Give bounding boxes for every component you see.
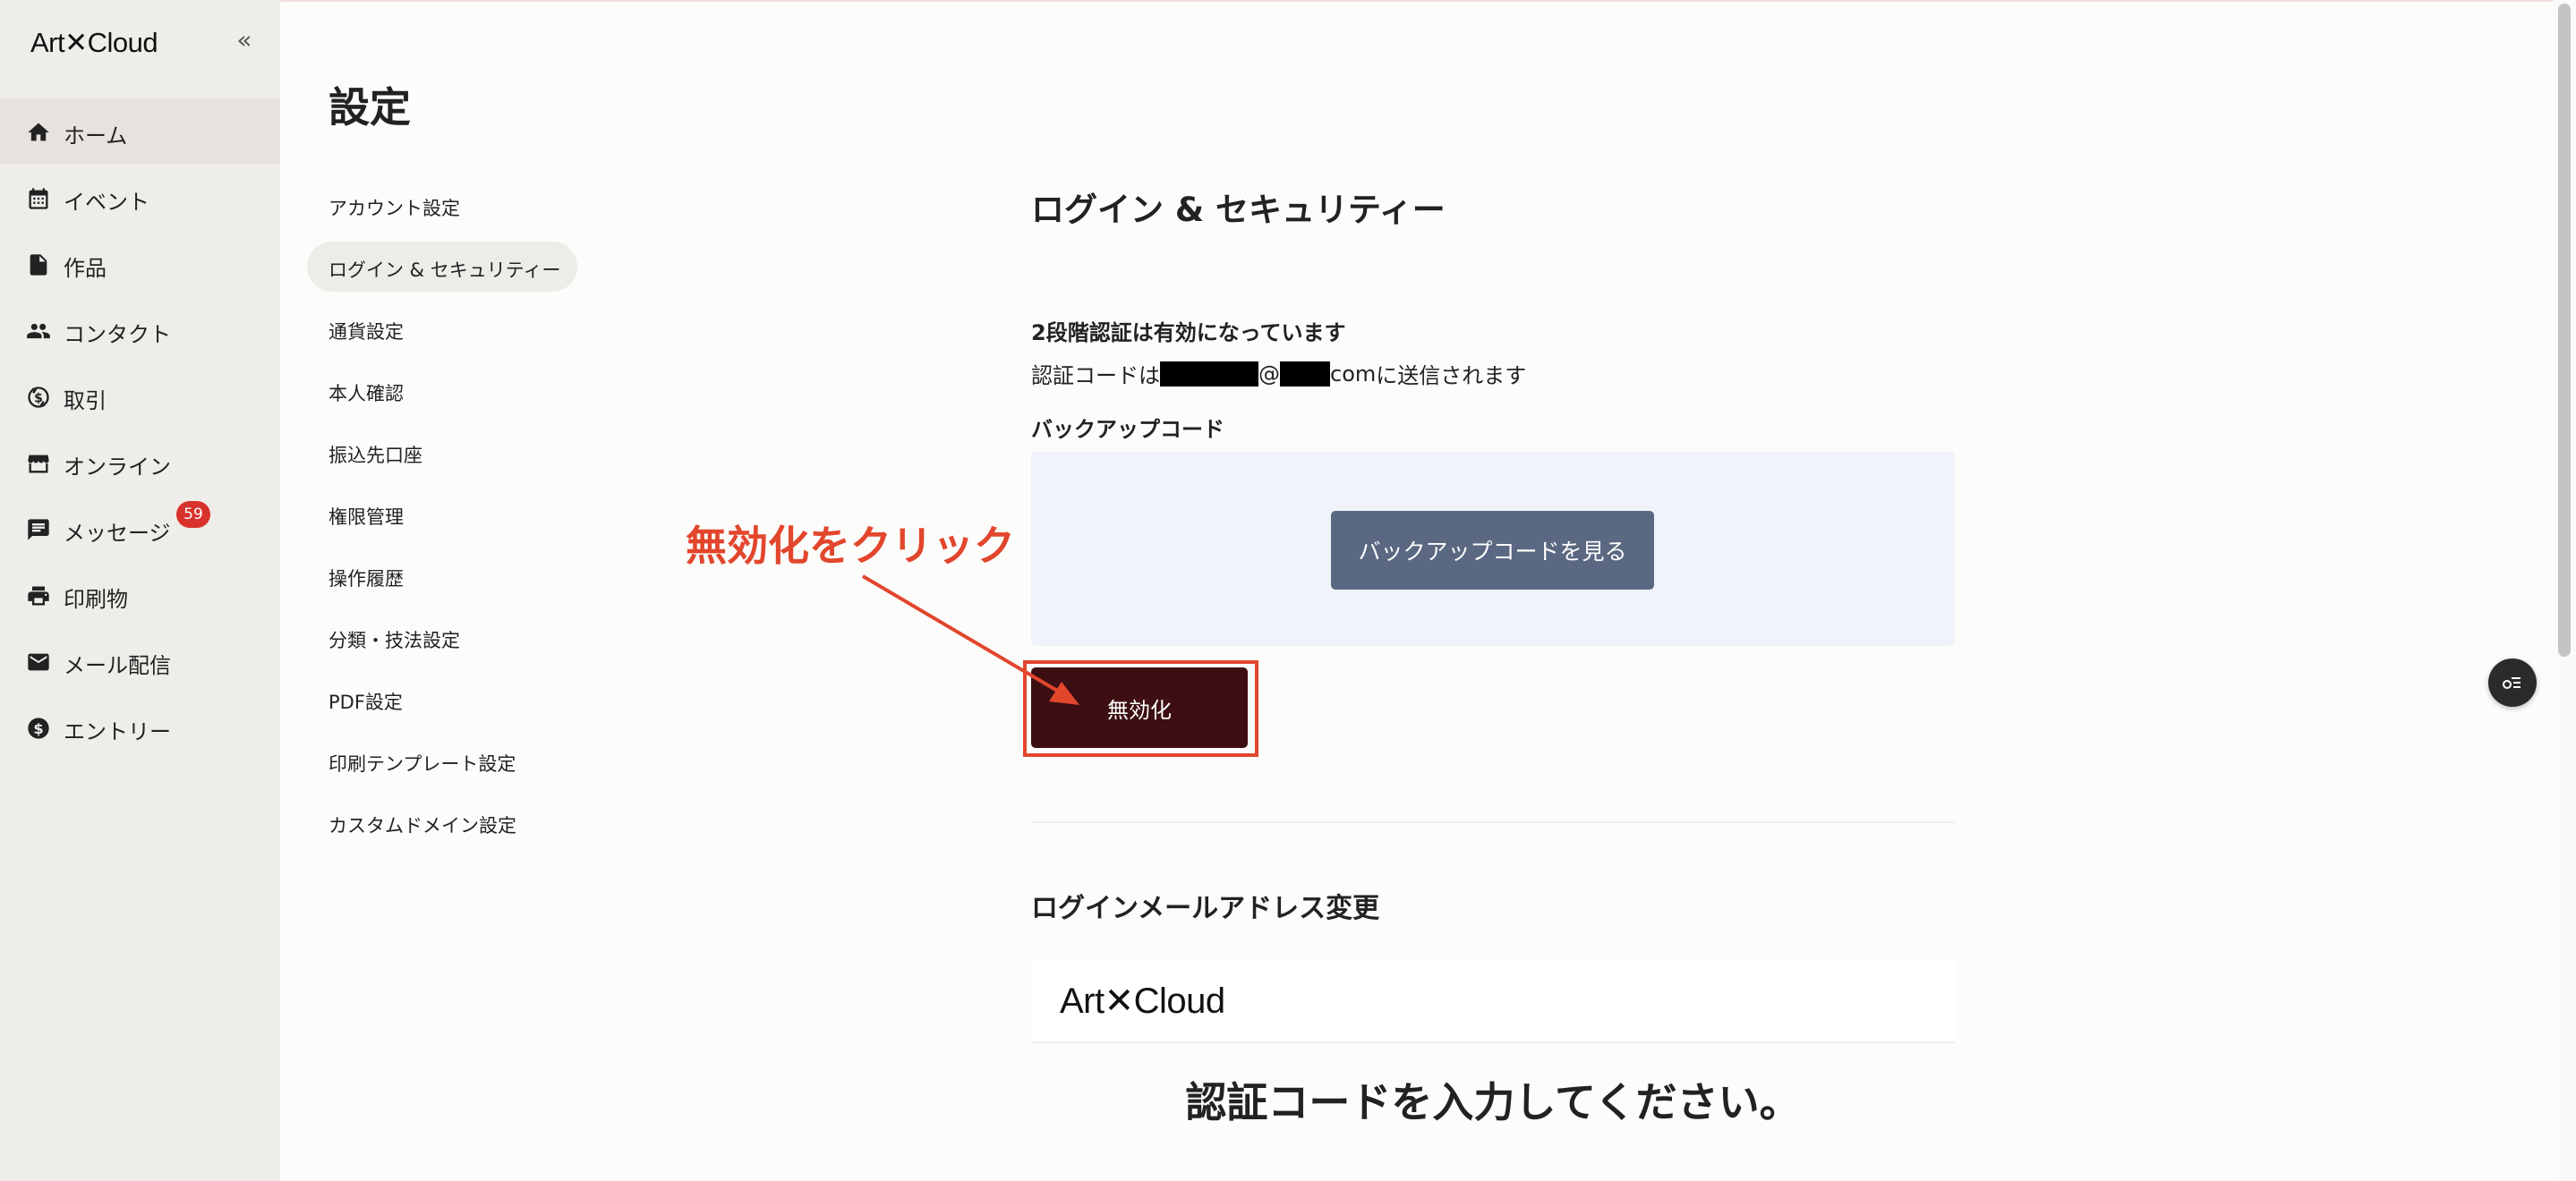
settings-menu-label: 印刷テンプレート設定 — [328, 753, 516, 775]
nav-label: ホーム — [64, 123, 128, 149]
list-settings-icon — [2503, 677, 2521, 689]
settings-menu-label: 権限管理 — [328, 506, 404, 528]
nav-item-home[interactable]: ホーム — [0, 98, 280, 165]
nav-item-prints[interactable]: 印刷物 — [0, 562, 280, 628]
main-sidebar: Art✕Cloud « ホーム イベント 作品 コンタクト $ 取引 オンライン… — [0, 0, 280, 1181]
message-count-badge: 59 — [176, 501, 210, 528]
settings-menu-history[interactable]: 操作履歴 — [307, 550, 577, 600]
nav-item-contacts[interactable]: コンタクト — [0, 297, 280, 363]
dollar-icon: $ — [26, 716, 51, 741]
email-preview-heading: 認証コードを入力してください。 — [1185, 1078, 1801, 1126]
settings-menu-permissions[interactable]: 権限管理 — [307, 489, 577, 539]
nav-label: エントリー — [64, 719, 171, 744]
nav-label: 取引 — [64, 388, 107, 413]
email-preview-logo: Art✕Cloud — [1060, 981, 1225, 1021]
nav-label: コンタクト — [64, 322, 171, 347]
backup-code-panel: バックアップコードを見る — [1031, 452, 1955, 646]
settings-menu-identity[interactable]: 本人確認 — [307, 365, 577, 415]
settings-menu-currency[interactable]: 通貨設定 — [307, 303, 577, 353]
annotation-arrow-icon — [861, 574, 1079, 705]
code-destination-text: 認証コードは @ com に送信されます — [1031, 358, 1526, 389]
settings-menu-account[interactable]: アカウント設定 — [307, 180, 577, 230]
settings-menu-bank-account[interactable]: 振込先口座 — [307, 427, 577, 477]
chat-icon — [26, 517, 51, 542]
nav-item-messages[interactable]: メッセージ — [0, 496, 280, 562]
redacted-email-user — [1160, 361, 1258, 387]
nav-label: 作品 — [64, 256, 107, 281]
email-change-title: ログインメールアドレス変更 — [1031, 893, 1380, 924]
code-prefix: 認証コードは — [1031, 363, 1160, 388]
email-preview-header: Art✕Cloud — [1031, 959, 1955, 1043]
settings-menu-label: カスタムドメイン設定 — [328, 815, 516, 837]
collapse-sidebar-icon[interactable]: « — [231, 27, 258, 54]
floating-menu-button[interactable] — [2488, 658, 2537, 707]
svg-text:$: $ — [33, 720, 43, 737]
nav-label: イベント — [64, 190, 149, 215]
nav-item-online[interactable]: オンライン — [0, 429, 280, 496]
printer-icon — [26, 583, 51, 608]
app-root: Art✕Cloud « ホーム イベント 作品 コンタクト $ 取引 オンライン… — [0, 0, 2576, 1181]
section-divider — [1031, 821, 1955, 823]
app-logo[interactable]: Art✕Cloud — [30, 27, 158, 59]
settings-menu-label: PDF設定 — [328, 692, 403, 713]
section-title: ログイン & セキュリティー — [1031, 191, 1446, 229]
settings-menu-login-security[interactable]: ログイン & セキュリティー — [307, 242, 577, 292]
settings-menu-print-template[interactable]: 印刷テンプレート設定 — [307, 735, 577, 786]
settings-menu-label: 操作履歴 — [328, 568, 404, 590]
nav-label: オンライン — [64, 455, 171, 480]
code-domain-tail: com — [1330, 361, 1377, 387]
code-at: @ — [1258, 361, 1280, 387]
home-icon — [26, 120, 51, 145]
annotation-text: 無効化をクリック — [686, 522, 1015, 570]
nav-item-transactions[interactable]: $ 取引 — [0, 363, 280, 429]
settings-menu-label: 本人確認 — [328, 383, 404, 404]
nav-label: 印刷物 — [64, 587, 128, 612]
settings-menu-pdf[interactable]: PDF設定 — [307, 674, 577, 724]
view-backup-codes-button[interactable]: バックアップコードを見る — [1331, 511, 1654, 590]
nav-item-mail[interactable]: メール配信 — [0, 628, 280, 694]
document-icon — [26, 252, 51, 277]
nav-item-events[interactable]: イベント — [0, 165, 280, 231]
settings-menu-label: 分類・技法設定 — [328, 630, 460, 651]
twofa-status-text: 2段階認証は有効になっています — [1031, 320, 1346, 345]
settings-menu-label: 通貨設定 — [328, 321, 404, 343]
settings-menu-label: アカウント設定 — [328, 198, 460, 219]
exchange-icon: $ — [26, 385, 51, 410]
redacted-email-domain — [1280, 361, 1330, 387]
backup-code-label: バックアップコード — [1031, 417, 1224, 442]
svg-text:$: $ — [34, 391, 43, 405]
page-title: 設定 — [328, 83, 411, 132]
scrollbar-thumb[interactable] — [2558, 4, 2571, 657]
settings-menu-label: ログイン & セキュリティー — [328, 259, 561, 281]
nav-item-artworks[interactable]: 作品 — [0, 231, 280, 297]
mail-icon — [26, 650, 51, 675]
settings-menu-label: 振込先口座 — [328, 445, 422, 466]
nav-label: メール配信 — [64, 653, 171, 678]
code-suffix: に送信されます — [1376, 363, 1527, 388]
settings-menu-custom-domain[interactable]: カスタムドメイン設定 — [307, 797, 577, 847]
nav-label: メッセージ — [64, 521, 171, 546]
email-preview: Art✕Cloud 認証コードを入力してください。 — [1031, 959, 1955, 1181]
top-border — [0, 0, 2576, 2]
people-icon — [26, 319, 51, 344]
calendar-icon — [26, 186, 51, 211]
settings-menu-classification[interactable]: 分類・技法設定 — [307, 612, 577, 662]
nav-item-entry[interactable]: $ エントリー — [0, 694, 280, 760]
storefront-icon — [26, 451, 51, 476]
